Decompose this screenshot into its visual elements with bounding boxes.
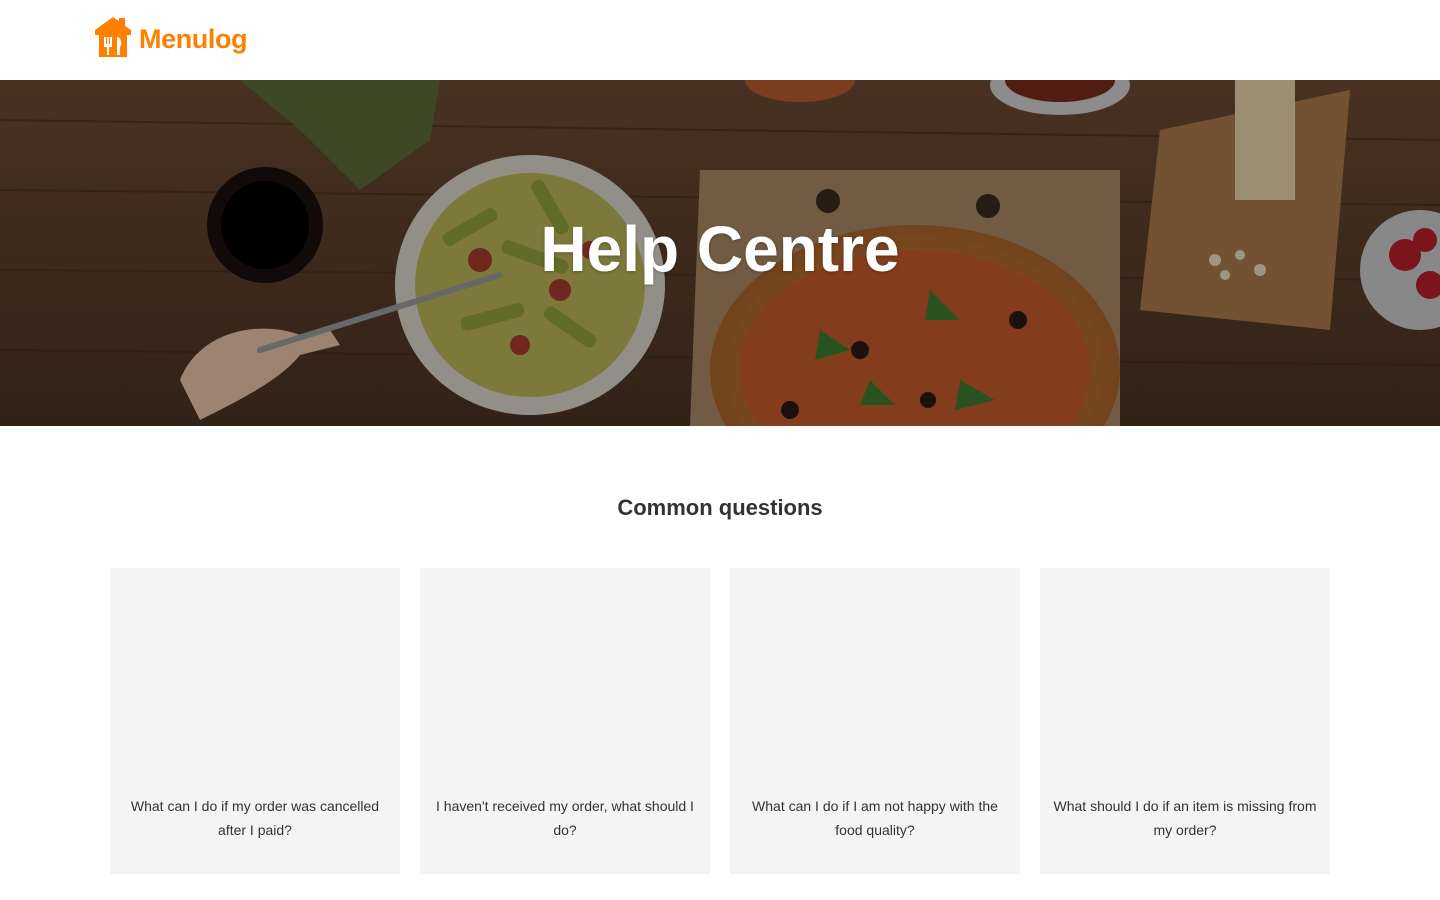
question-card-label: What should I do if an item is missing f… — [1053, 798, 1317, 838]
site-header: Menulog — [0, 0, 1440, 80]
common-questions-heading: Common questions — [617, 495, 823, 520]
question-card[interactable]: What can I do if I am not happy with the… — [730, 568, 1020, 874]
question-card[interactable]: What should I do if an item is missing f… — [1040, 568, 1330, 874]
question-card-label: What can I do if I am not happy with the… — [752, 798, 998, 838]
hero-banner: Help Centre — [0, 80, 1440, 426]
question-card-label: I haven't received my order, what should… — [436, 798, 694, 838]
chef-hat-icon — [95, 17, 131, 57]
question-card-label: What can I do if my order was cancelled … — [130, 798, 380, 838]
question-card[interactable]: I haven't received my order, what should… — [420, 568, 710, 874]
logo-wordmark: Menulog — [139, 23, 248, 54]
menulog-logo[interactable]: Menulog — [92, 15, 248, 59]
page-title: Help Centre — [540, 213, 900, 285]
question-card[interactable]: What can I do if my order was cancelled … — [110, 568, 400, 874]
common-questions-list: What can I do if my order was cancelled … — [110, 568, 1330, 874]
